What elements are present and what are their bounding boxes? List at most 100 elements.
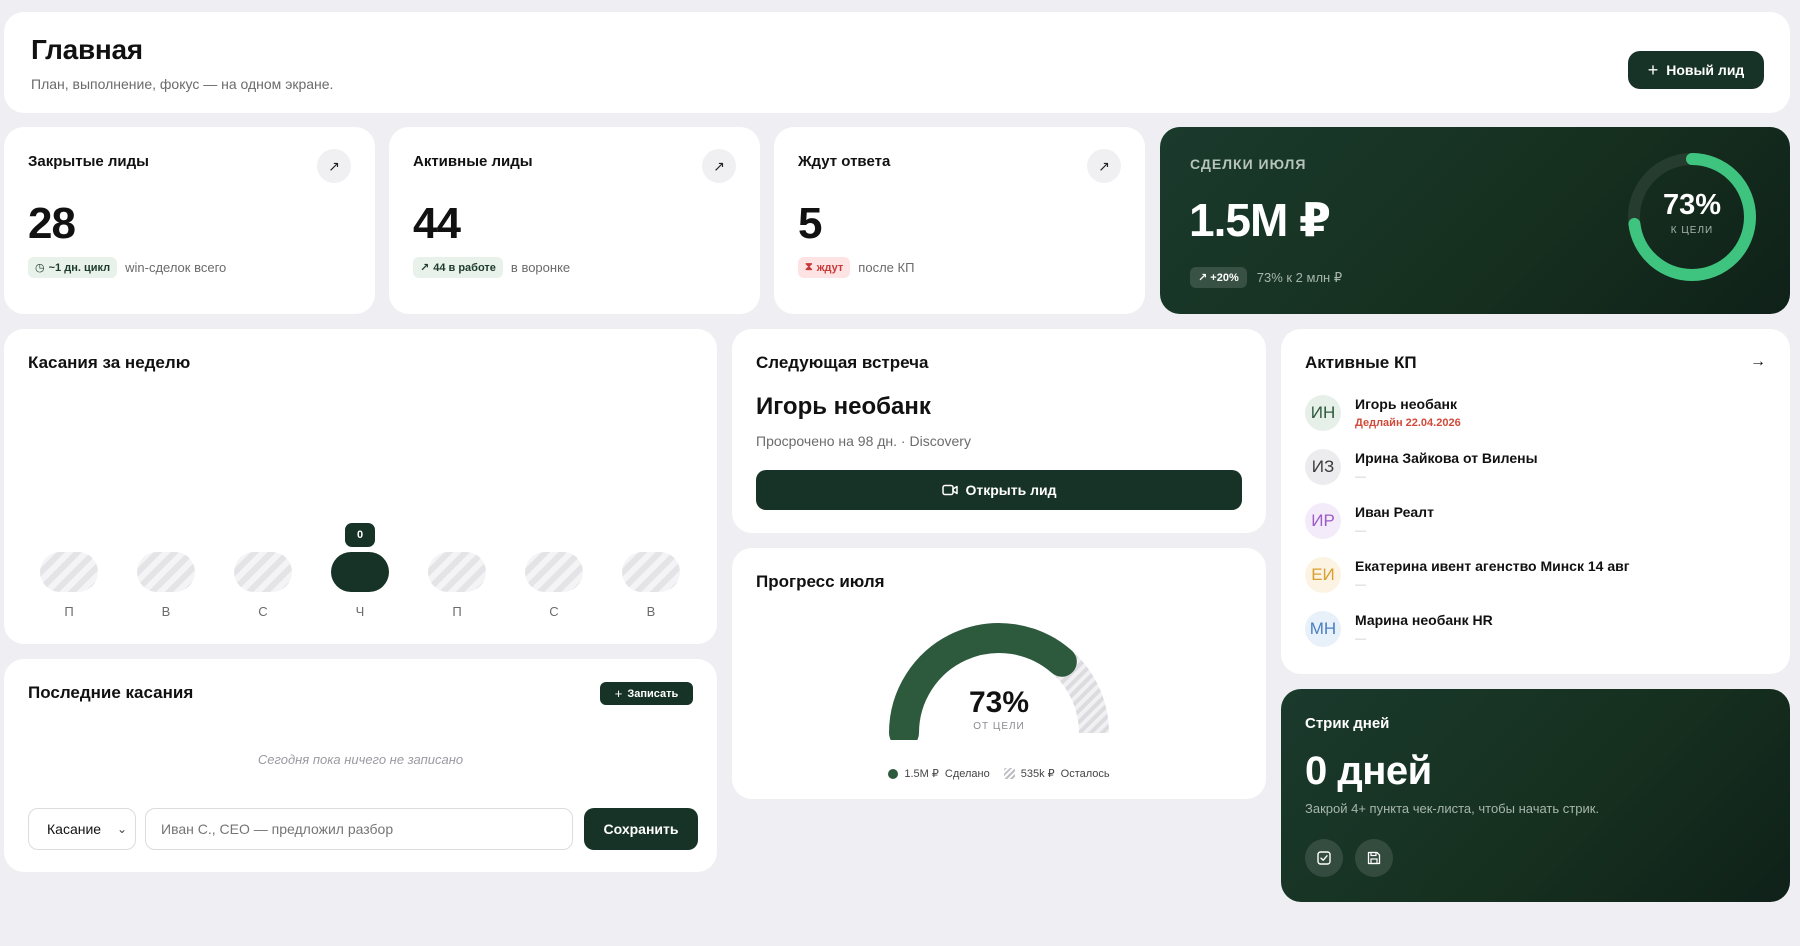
kp-list-item[interactable]: МН Марина необанк HR — [1305,611,1493,647]
week-touches-card: Касания за неделю П В С Ч 0 П С В [4,329,717,644]
gauge-legend: 1.5M ₽ Сделано 535k ₽ Осталось [732,767,1266,780]
kpi-card-waiting[interactable]: Ждут ответа ↗ 5 ⧗ ждут после КП [774,127,1145,314]
header-card: Главная План, выполнение, фокус — на одн… [4,12,1790,113]
kp-subtext: — [1355,471,1366,483]
kp-list-item[interactable]: ИР Иван Реалт — [1305,503,1434,539]
day-bar[interactable] [137,552,195,592]
day-column[interactable]: В [622,552,680,619]
day-label: Ч [355,604,365,619]
save-button[interactable]: Сохранить [584,808,698,850]
page-subtitle: План, выполнение, фокус — на одном экран… [31,76,334,92]
kp-subtext: Дедлайн 22.04.2026 [1355,417,1461,429]
kpi-note: после КП [858,260,915,275]
section-title: Прогресс июля [756,572,885,591]
kpi-note: win-сделок всего [125,260,227,275]
kp-subtext: — [1355,633,1366,645]
day-label: С [258,604,268,619]
empty-state-text: Сегодня пока ничего не записано [257,752,464,767]
avatar: ИН [1305,395,1341,431]
kpi-value: 28 [28,199,76,248]
new-lead-button[interactable]: + Новый лид [1628,51,1764,89]
arrow-up-right-icon[interactable]: ↗ [702,149,736,183]
plus-icon: + [1647,59,1659,80]
streak-value: 0 дней [1305,749,1432,793]
touch-type-select[interactable]: Касание ⌄ [28,808,136,850]
kpi-card-closed[interactable]: Закрытые лиды ↗ 28 ◷ ~1 дн. цикл win-сдел… [4,127,375,314]
deals-ring: 73% К ЦЕЛИ [1626,151,1758,283]
arrow-up-right-icon[interactable]: ↗ [317,149,351,183]
arrow-up-right-icon[interactable]: ↗ [1087,149,1121,183]
kpi-label: Активные лиды [413,153,533,170]
kpi-label: Ждут ответа [798,153,891,170]
kp-subtext: — [1355,579,1366,591]
save-icon[interactable] [1355,839,1393,877]
day-label: В [646,604,656,619]
day-bar[interactable] [331,552,389,592]
cycle-badge: ◷ ~1 дн. цикл [28,257,118,278]
day-bar[interactable] [234,552,292,592]
meeting-lead-name: Игорь необанк [756,393,931,420]
recent-touches-card: Последние касания + Записать Сегодня пок… [4,659,717,872]
deals-card: СДЕЛКИ ИЮЛЯ 1.5M ₽ ↗ +20% 73% к 2 млн ₽ … [1160,127,1790,314]
day-column[interactable]: С [525,552,583,619]
page-title: Главная [31,34,143,65]
streak-title: Стрик дней [1305,715,1390,732]
kp-subtext: — [1355,525,1366,537]
trend-up-icon: ↗ [420,262,430,274]
day-bar[interactable] [40,552,98,592]
kp-name: Игорь необанк [1355,396,1457,412]
kp-name: Екатерина ивент агенство Минск 14 авг [1355,558,1630,574]
day-value-tooltip: 0 [345,523,375,547]
avatar: МН [1305,611,1341,647]
kpi-value: 5 [798,199,823,248]
section-title: Следующая встреча [756,353,929,372]
checklist-icon[interactable] [1305,839,1343,877]
section-title: Активные КП [1305,353,1417,372]
streak-note: Закрой 4+ пункта чек-листа, чтобы начать… [1305,801,1600,816]
gauge-percent: 73% [968,686,1030,719]
day-bar[interactable] [525,552,583,592]
done-dot [888,768,899,779]
clock-icon: ◷ [35,262,45,274]
day-label: В [161,604,171,619]
avatar: ИР [1305,503,1341,539]
deals-label: СДЕЛКИ ИЮЛЯ [1190,156,1307,172]
kpi-label: Закрытые лиды [28,153,149,170]
waiting-badge: ⧗ ждут [798,257,851,278]
remaining-hatch-icon [1003,768,1015,779]
active-kp-card: Активные КП → ИН Игорь необанк Дедлайн 22.… [1281,329,1790,674]
deals-note: 73% к 2 млн ₽ [1256,269,1343,285]
day-column[interactable]: С [234,552,292,619]
kp-list-item[interactable]: ИН Игорь необанк Дедлайн 22.04.2026 [1305,395,1461,431]
touch-note-input[interactable] [145,808,573,850]
day-bar[interactable] [428,552,486,592]
day-column[interactable]: П [428,552,486,619]
video-icon [941,484,958,496]
kpi-value: 44 [413,199,461,248]
section-title: Последние касания [28,683,194,702]
open-lead-button[interactable]: Открыть лид [756,470,1242,510]
progress-card: Прогресс июля 73% ОТ ЦЕЛИ 1.5M ₽ Сделано… [732,548,1266,799]
arrow-right-icon[interactable]: → [1750,353,1766,371]
kp-list-item[interactable]: ИЗ Ирина Зайкова от Вилены — [1305,449,1538,485]
chevron-down-icon: ⌄ [116,822,127,836]
kp-name: Иван Реалт [1355,504,1434,520]
deals-value: 1.5M ₽ [1189,194,1331,246]
kpi-note: в воронке [510,260,571,275]
day-label: П [64,604,74,619]
avatar: ЕИ [1305,557,1341,593]
hourglass-icon: ⧗ [805,261,813,273]
kp-name: Марина необанк HR [1355,612,1493,628]
plus-icon: + [614,686,623,701]
kp-list-item[interactable]: ЕИ Екатерина ивент агенство Минск 14 авг — [1305,557,1630,593]
gauge-label: ОТ ЦЕЛИ [973,721,1025,732]
day-bar[interactable] [622,552,680,592]
kpi-card-active[interactable]: Активные лиды ↗ 44 ↗ 44 в работе в воронк… [389,127,760,314]
day-label: П [452,604,462,619]
day-column[interactable]: П [40,552,98,619]
day-column[interactable]: В [137,552,195,619]
record-touch-button[interactable]: + Записать [600,682,693,705]
day-column[interactable]: Ч [331,552,389,619]
avatar: ИЗ [1305,449,1341,485]
section-title: Касания за неделю [28,353,191,372]
